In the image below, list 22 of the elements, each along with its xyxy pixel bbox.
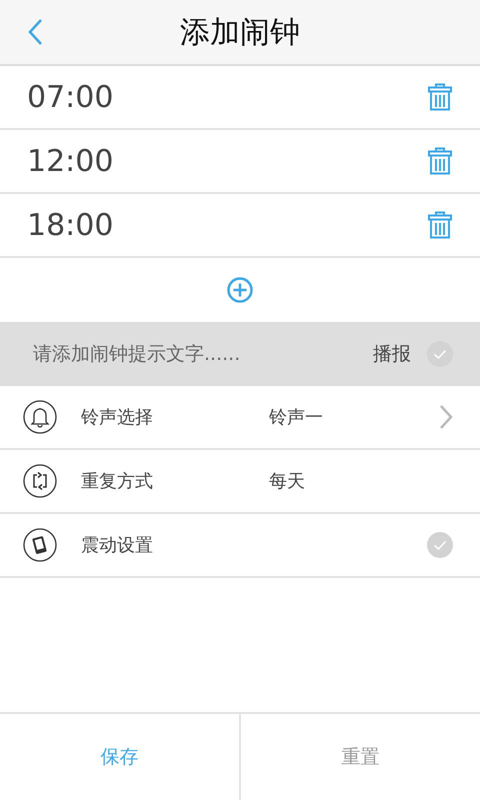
setting-label[interactable]: 震动设置 — [81, 533, 211, 557]
setting-value: 每天 — [269, 470, 305, 493]
trash-icon[interactable] — [428, 83, 452, 111]
page-title: 添加闹钟 — [180, 14, 300, 52]
check-icon[interactable] — [427, 532, 453, 558]
setting-value: 铃声一 — [269, 406, 323, 429]
alarm-time[interactable]: 18:00 — [27, 208, 114, 242]
phone-icon — [23, 528, 57, 562]
trash-icon[interactable] — [428, 147, 452, 175]
check-icon[interactable] — [427, 341, 453, 367]
setting-label[interactable]: 重复方式 — [81, 469, 211, 493]
bell-icon — [23, 400, 57, 434]
alarm-time[interactable]: 07:00 — [27, 80, 114, 114]
prompt-field[interactable]: 请添加闹钟提示文字...... — [33, 343, 357, 365]
alarm-time[interactable]: 12:00 — [27, 144, 114, 178]
trash-icon[interactable] — [428, 211, 452, 239]
chevron-icon[interactable] — [439, 404, 453, 430]
back-icon[interactable] — [27, 18, 43, 46]
setting-label[interactable]: 铃声选择 — [81, 405, 211, 429]
repeat-icon — [23, 464, 57, 498]
add-icon[interactable] — [227, 277, 253, 303]
broadcast-label: 播报 — [373, 342, 411, 367]
